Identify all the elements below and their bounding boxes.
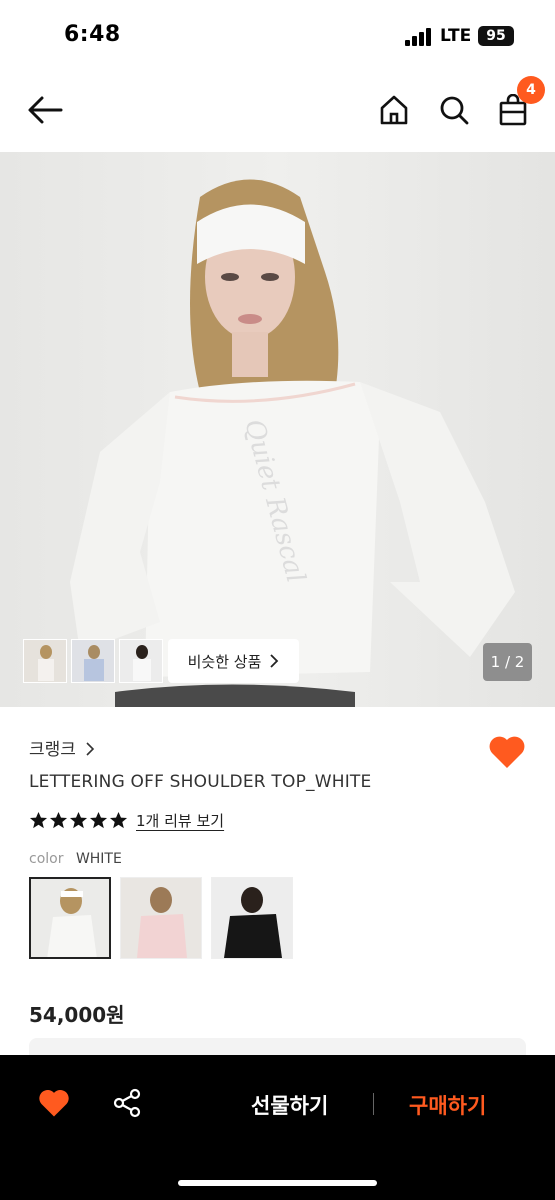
share-button[interactable]: [112, 1088, 142, 1118]
status-bar: 6:48 LTE 95: [0, 0, 555, 72]
bottom-action-bar: 선물하기 구매하기: [0, 1055, 555, 1200]
arrow-left-icon: [28, 96, 63, 124]
image-page-indicator: 1 / 2: [483, 643, 532, 681]
star-icon: [49, 811, 68, 829]
chevron-right-icon: [270, 654, 279, 668]
home-icon: [380, 95, 408, 125]
brand-link[interactable]: 크랭크: [29, 735, 95, 760]
search-button[interactable]: [434, 90, 474, 130]
swatch-white[interactable]: [29, 877, 111, 959]
star-icon: [89, 811, 108, 829]
color-row: color WHITE: [29, 851, 122, 867]
buy-button[interactable]: 구매하기: [409, 1090, 486, 1120]
search-icon: [440, 96, 469, 125]
product-photo: Quiet Rascal: [70, 179, 515, 707]
gallery-thumbnail[interactable]: [119, 639, 163, 683]
color-label: color: [29, 851, 64, 867]
cart-button[interactable]: 4: [493, 76, 545, 130]
bottom-wishlist-button[interactable]: [38, 1087, 70, 1119]
gift-button[interactable]: 선물하기: [251, 1090, 328, 1120]
swatch-pink[interactable]: [120, 877, 202, 959]
star-icon: [109, 811, 128, 829]
swatch-black[interactable]: [211, 877, 293, 959]
review-link[interactable]: 1개 리뷰 보기: [136, 810, 224, 831]
color-value: WHITE: [75, 851, 122, 867]
wishlist-button[interactable]: [488, 734, 526, 770]
product-title: LETTERING OFF SHOULDER TOP_WHITE: [29, 772, 372, 792]
status-time: 6:48: [64, 22, 121, 47]
product-image-gallery[interactable]: Quiet Rascal 비슷한 상품 1 / 2: [0, 152, 555, 707]
chevron-right-icon: [86, 742, 95, 756]
star-rating: [29, 811, 128, 830]
share-icon: [113, 1088, 141, 1118]
similar-products-label: 비슷한 상품: [187, 652, 262, 671]
signal-icon: [405, 28, 435, 46]
home-button[interactable]: [374, 90, 414, 130]
heart-icon: [489, 736, 525, 768]
divider: [373, 1093, 374, 1115]
top-nav: 4: [0, 72, 555, 152]
brand-name: 크랭크: [29, 740, 76, 760]
gallery-thumbnail[interactable]: [23, 639, 67, 683]
star-icon: [69, 811, 88, 829]
back-button[interactable]: [25, 90, 65, 130]
home-indicator[interactable]: [178, 1180, 377, 1186]
battery-icon: 95: [478, 26, 514, 46]
star-icon: [29, 811, 48, 829]
heart-icon: [39, 1090, 69, 1117]
gallery-thumbnails: [23, 639, 163, 683]
network-type: LTE: [440, 26, 472, 46]
cart-count-badge: 4: [517, 76, 545, 104]
gallery-thumbnail[interactable]: [71, 639, 115, 683]
product-price: 54,000원: [29, 1003, 125, 1027]
similar-products-button[interactable]: 비슷한 상품: [168, 639, 299, 683]
color-swatches: [29, 877, 293, 959]
rating-row: 1개 리뷰 보기: [29, 810, 224, 831]
